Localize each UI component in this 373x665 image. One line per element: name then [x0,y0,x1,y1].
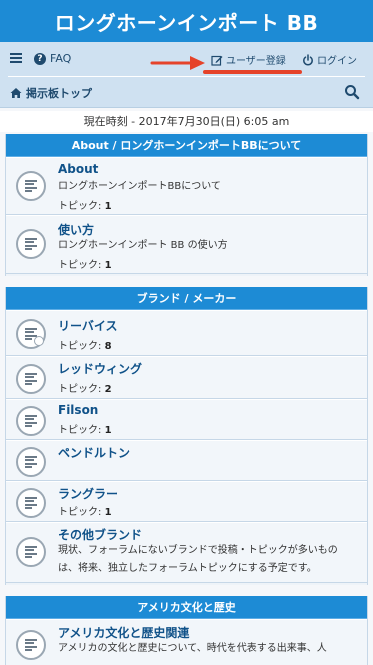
forum-read-icon [16,364,46,394]
forum-title[interactable]: リーバイス [58,317,118,334]
forum-read-icon [16,447,46,477]
forum-topic-count: トピック: 2 [58,384,112,395]
power-icon [303,53,313,65]
forum-title[interactable]: その他ブランド [58,526,142,543]
forum-read-icon [16,630,46,660]
forum-row[interactable]: 使い方 ロングホーンインポート BB の使い方 トピック: 1 [6,215,367,274]
category-header[interactable]: About / ロングホーンインポートBBについて [6,134,367,157]
forum-description: ロングホーンインポートBBについて [58,181,221,192]
forum-row[interactable]: ペンドルトン [6,440,367,481]
forum-read-icon [16,229,46,259]
forum-row[interactable]: Filson トピック: 1 [6,399,367,440]
forum-topic-count: トピック: 1 [58,507,112,518]
register-label: ユーザー登録 [226,56,286,67]
board-index-label: 掲示板トップ [26,87,92,100]
forum-row[interactable]: アメリカ文化と歴史関連 アメリカの文化と歴史について、時代を代表する出来事、人 [6,619,367,665]
forum-topic-count: トピック: 1 [58,425,112,436]
forum-title[interactable]: ラングラー [58,485,118,502]
pencil-square-icon [211,55,223,66]
board-index-link[interactable]: 掲示板トップ [10,85,92,101]
navbar: ? FAQ ユーザー登録 ログイン 掲示板トップ [0,42,373,108]
forum-category-brands: ブランド / メーカー リーバイス トピック: 8 レッドウィング トピック: … [5,287,368,585]
forum-row[interactable]: その他ブランド 現状、フォーラムにないブランドで投稿・トピックが多いもの は、将… [6,522,367,583]
forum-description: は、将来、独立したフォーラムトピックにする予定です。 [58,563,317,574]
site-header: ロングホーンインポート BB [0,0,373,42]
forum-title[interactable]: 使い方 [58,221,94,238]
forum-description: 現状、フォーラムにないブランドで投稿・トピックが多いもの [58,545,338,556]
forum-description: ロングホーンインポート BB の使い方 [58,240,228,251]
category-header[interactable]: ブランド / メーカー [6,287,367,310]
register-link[interactable]: ユーザー登録 [211,52,286,67]
forum-read-icon [16,488,46,518]
forum-title[interactable]: ペンドルトン [58,444,130,461]
forum-category-american-culture: アメリカ文化と歴史 アメリカ文化と歴史関連 アメリカの文化と歴史について、時代を… [5,596,368,665]
faq-label: FAQ [50,52,72,65]
arrow-annotation [150,56,205,70]
forum-read-icon [16,406,46,436]
forum-topic-count: トピック: 1 [58,260,112,271]
forum-title[interactable]: レッドウィング [58,360,142,377]
search-icon[interactable] [344,84,360,100]
forum-row[interactable]: レッドウィング トピック: 2 [6,356,367,399]
login-link[interactable]: ログイン [302,52,357,67]
faq-link[interactable]: ? FAQ [34,52,71,65]
home-icon [10,88,22,98]
forum-read-icon [16,537,46,567]
forum-row[interactable]: リーバイス トピック: 8 [6,310,367,356]
forum-row[interactable]: About ロングホーンインポートBBについて トピック: 1 [6,157,367,215]
forum-title[interactable]: Filson [58,403,98,417]
login-label: ログイン [317,56,357,67]
forum-title[interactable]: About [58,162,98,176]
category-header[interactable]: アメリカ文化と歴史 [6,596,367,619]
current-time: 現在時刻 - 2017年7月30日(日) 6:05 am [0,111,373,132]
underline-annotation [203,70,302,74]
forum-topic-count: トピック: 1 [58,201,112,212]
nav-row-top: ? FAQ ユーザー登録 ログイン [0,42,373,76]
forum-title[interactable]: アメリカ文化と歴史関連 [58,624,189,641]
forum-row[interactable]: ラングラー トピック: 1 [6,481,367,522]
menu-icon[interactable] [10,53,22,63]
question-circle-icon: ? [34,52,46,65]
nav-row-bottom: 掲示板トップ [0,77,373,108]
forum-description: アメリカの文化と歴史について、時代を代表する出来事、人 [58,643,327,654]
forum-subforum-icon [16,319,46,349]
forum-topic-count: トピック: 8 [58,341,112,352]
forum-read-icon [16,171,46,201]
forum-category-about: About / ロングホーンインポートBBについて About ロングホーンイン… [5,134,368,276]
site-title[interactable]: ロングホーンインポート BB [55,7,318,36]
